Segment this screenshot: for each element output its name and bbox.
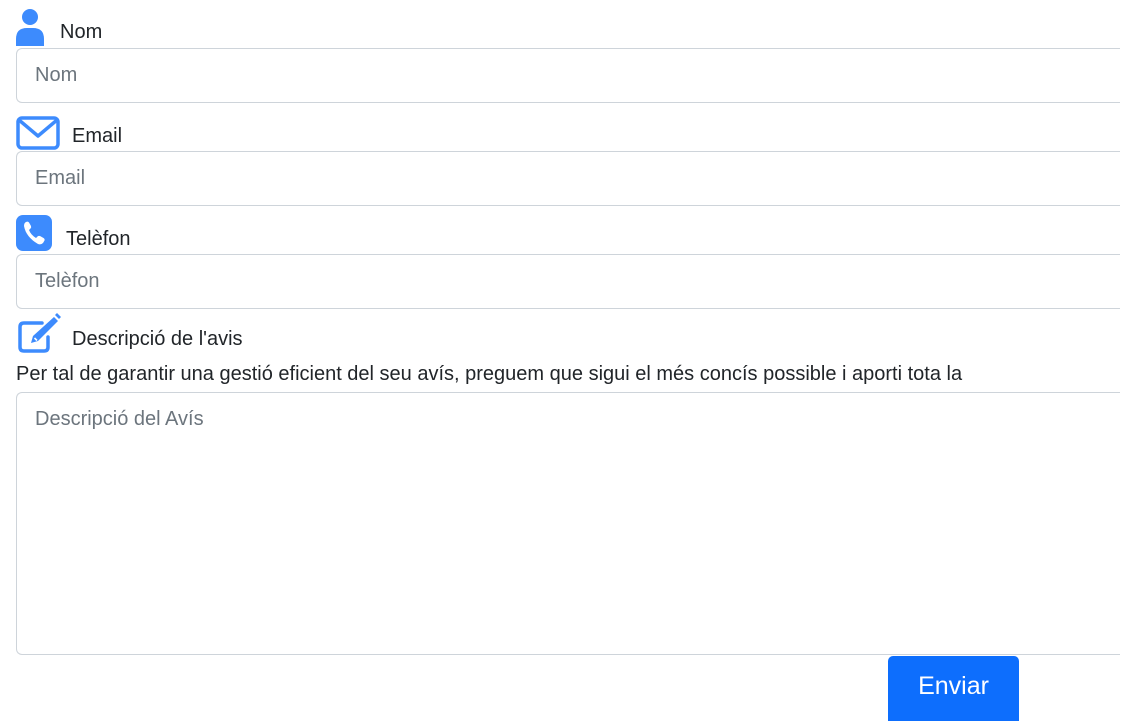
description-label-row: Descripció de l'avis xyxy=(16,309,243,353)
name-label: Nom xyxy=(60,21,103,43)
envelope-icon xyxy=(16,110,72,150)
phone-label-row: Telèfon xyxy=(16,209,131,251)
email-label-row: Email xyxy=(16,106,123,150)
name-input[interactable] xyxy=(16,48,1120,103)
submit-button[interactable]: Enviar xyxy=(888,656,1019,721)
person-icon xyxy=(16,6,60,46)
pencil-square-icon xyxy=(16,313,72,353)
description-label: Descripció de l'avis xyxy=(72,328,243,350)
name-label-row: Nom xyxy=(16,2,103,46)
phone-icon xyxy=(16,213,66,251)
incident-form: Nom Email Telèfon xyxy=(0,0,1134,721)
email-input[interactable] xyxy=(16,151,1120,206)
email-label: Email xyxy=(72,125,123,147)
description-textarea[interactable] xyxy=(16,392,1120,655)
description-help-text: Per tal de garantir una gestió eficient … xyxy=(16,363,963,385)
phone-label: Telèfon xyxy=(66,228,131,250)
phone-input[interactable] xyxy=(16,254,1120,309)
